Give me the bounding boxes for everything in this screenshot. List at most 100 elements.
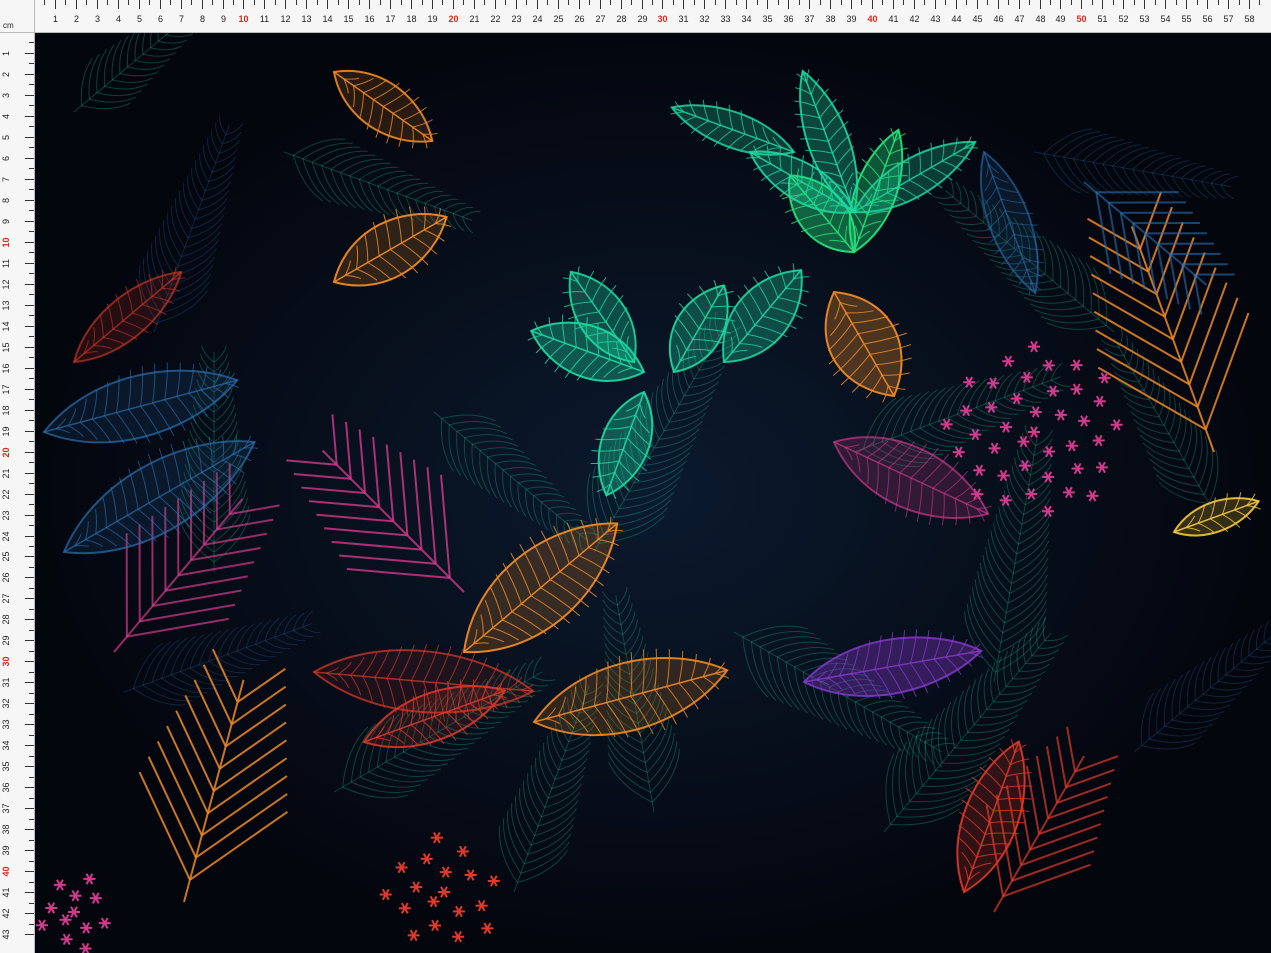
ruler-tick-label: 32 <box>1 698 11 708</box>
ruler-tick-label: 5 <box>137 14 142 24</box>
ruler-tick-label: 43 <box>1 929 11 939</box>
ruler-tick-label: 24 <box>532 14 542 24</box>
ruler-tick-label: 11 <box>1 259 11 268</box>
fabric-pattern-image <box>34 32 1271 953</box>
ruler-tick-label: 2 <box>1 72 11 77</box>
ruler-tick-label: 1 <box>1 51 11 56</box>
ruler-tick-label: 20 <box>448 14 458 24</box>
ruler-tick-label: 45 <box>972 14 982 24</box>
ruler-tick-label: 19 <box>427 14 437 24</box>
ruler-tick-label: 54 <box>1160 14 1170 24</box>
ruler-tick-label: 46 <box>993 14 1003 24</box>
ruler-tick-label: 30 <box>657 14 667 24</box>
ruler-horizontal: 1 2 3 4 5 6 7 8 9 10 11 12 13 14 15 16 17 18 19 20 21 22 23 24 2… <box>34 0 1271 33</box>
ruler-unit-label: cm <box>3 21 14 30</box>
tropical-leaf-pattern <box>34 32 1271 953</box>
ruler-tick-label: 41 <box>888 14 898 24</box>
ruler-tick-label: 49 <box>1055 14 1065 24</box>
ruler-tick-label: 23 <box>1 510 11 520</box>
ruler-tick-label: 53 <box>1139 14 1149 24</box>
ruler-tick-label: 58 <box>1244 14 1254 24</box>
ruler-tick-label: 18 <box>406 14 416 24</box>
ruler-tick-label: 15 <box>343 14 353 24</box>
ruler-tick-label: 11 <box>260 14 269 24</box>
ruler-tick-label: 38 <box>1 824 11 834</box>
ruler-tick-label: 9 <box>1 219 11 224</box>
ruler-tick-label: 50 <box>1076 14 1086 24</box>
ruler-tick-label: 33 <box>1 719 11 729</box>
ruler-tick-label: 7 <box>179 14 184 24</box>
ruler-tick-label: 15 <box>1 342 11 352</box>
ruler-tick-label: 27 <box>595 14 605 24</box>
ruler-tick-label: 28 <box>616 14 626 24</box>
ruler-tick-label: 27 <box>1 593 11 603</box>
ruler-tick-label: 3 <box>95 14 100 24</box>
ruler-tick-label: 44 <box>951 14 961 24</box>
ruler-tick-label: 57 <box>1223 14 1233 24</box>
ruler-tick-label: 8 <box>200 14 205 24</box>
ruler-tick-label: 25 <box>553 14 563 24</box>
ruler-tick-label: 39 <box>1 845 11 855</box>
ruler-tick-label: 51 <box>1097 14 1107 24</box>
ruler-tick-label: 26 <box>1 572 11 582</box>
ruler-tick-label: 4 <box>1 114 11 119</box>
ruler-tick-label: 39 <box>846 14 856 24</box>
ruler-tick-label: 4 <box>116 14 121 24</box>
ruler-tick-label: 6 <box>1 156 11 161</box>
ruler-tick-label: 10 <box>1 237 11 247</box>
ruler-vertical-scale: 1234567891011121314151617181920212223242… <box>1 32 34 940</box>
ruler-tick-label: 18 <box>1 405 11 415</box>
ruler-tick-label: 21 <box>1 468 11 478</box>
ruler-tick-label: 52 <box>1118 14 1128 24</box>
ruler-tick-label: 22 <box>490 14 500 24</box>
ruler-tick-label: 25 <box>1 551 11 561</box>
ruler-tick-label: 3 <box>1 93 11 98</box>
ruler-tick-label: 9 <box>221 14 226 24</box>
ruler-tick-label: 32 <box>699 14 709 24</box>
fabric-preview: cm 1 2 3 4 5 6 7 8 9 10 11 12 13 14 15 16 17 18 19 20 21 22 23… <box>0 0 1271 953</box>
ruler-tick-label: 16 <box>364 14 374 24</box>
ruler-tick-label: 20 <box>1 447 11 457</box>
ruler-tick-label: 35 <box>1 761 11 771</box>
ruler-tick-label: 37 <box>804 14 814 24</box>
ruler-tick-label: 38 <box>825 14 835 24</box>
ruler-tick-label: 14 <box>1 321 11 331</box>
ruler-tick-label: 5 <box>1 135 11 140</box>
ruler-tick-label: 42 <box>1 908 11 918</box>
ruler-tick-label: 12 <box>280 14 290 24</box>
ruler-tick-label: 17 <box>1 384 11 394</box>
ruler-horizontal-scale: 1 2 3 4 5 6 7 8 9 10 11 12 13 14 15 16 17 18 19 20 21 22 23 24 2… <box>34 0 1260 24</box>
ruler-tick-label: 13 <box>301 14 311 24</box>
ruler-tick-label: 31 <box>678 14 688 24</box>
ruler-tick-label: 56 <box>1202 14 1212 24</box>
ruler-tick-label: 36 <box>783 14 793 24</box>
ruler-tick-label: 21 <box>469 14 479 24</box>
ruler-tick-label: 12 <box>1 279 11 289</box>
ruler-tick-label: 29 <box>637 14 647 24</box>
ruler-tick-label: 28 <box>1 614 11 624</box>
ruler-tick-label: 7 <box>1 177 11 182</box>
ruler-tick-label: 23 <box>511 14 521 24</box>
ruler-tick-label: 40 <box>867 14 877 24</box>
ruler-tick-label: 16 <box>1 363 11 373</box>
ruler-tick-label: 24 <box>1 531 11 541</box>
ruler-tick-label: 30 <box>1 656 11 666</box>
ruler-tick-label: 34 <box>741 14 751 24</box>
ruler-tick-label: 41 <box>1 887 11 897</box>
ruler-tick-label: 2 <box>74 14 79 24</box>
ruler-tick-label: 40 <box>1 866 11 876</box>
ruler-tick-label: 22 <box>1 489 11 499</box>
ruler-tick-label: 34 <box>1 740 11 750</box>
ruler-tick-label: 6 <box>158 14 163 24</box>
ruler-tick-label: 29 <box>1 635 11 645</box>
ruler-tick-label: 8 <box>1 198 11 203</box>
ruler-tick-label: 1 <box>53 14 58 24</box>
ruler-tick-label: 48 <box>1035 14 1045 24</box>
ruler-tick-label: 10 <box>238 14 248 24</box>
ruler-tick-label: 35 <box>762 14 772 24</box>
ruler-tick-label: 33 <box>720 14 730 24</box>
ruler-tick-label: 42 <box>909 14 919 24</box>
ruler-tick-label: 43 <box>930 14 940 24</box>
ruler-tick-label: 26 <box>574 14 584 24</box>
ruler-tick-label: 14 <box>322 14 332 24</box>
